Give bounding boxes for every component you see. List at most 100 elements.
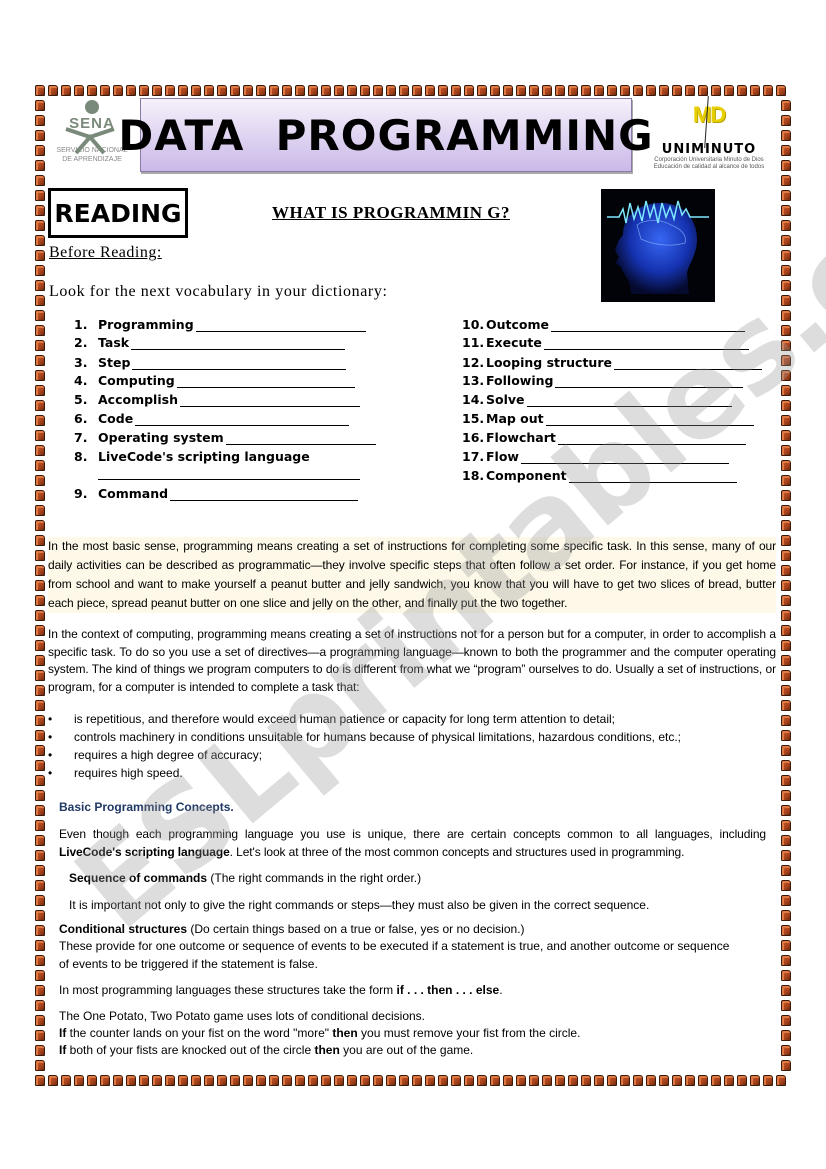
vocabulary-word: Component [486,468,567,483]
vocabulary-item: 1. Programming [74,317,366,332]
answer-blank-line[interactable] [170,488,359,501]
border-brick-icon [781,1060,791,1071]
border-brick-icon [35,850,45,861]
bullet-icon: • [48,730,53,744]
vocabulary-number: 15. [462,411,485,426]
border-brick-icon [781,295,791,306]
border-brick-icon [451,1075,461,1086]
answer-blank-line[interactable] [131,337,346,350]
border-brick-icon [347,1075,357,1086]
border-brick-icon [781,430,791,441]
border-brick-icon [35,820,45,831]
answer-blank-line[interactable] [568,470,737,483]
border-brick-icon [516,85,526,96]
answer-blank-line[interactable] [176,375,355,388]
bullet-item: • requires high speed. [48,766,183,780]
answer-blank-line[interactable] [179,394,360,407]
border-brick-icon [35,880,45,891]
border-brick-icon [659,1075,669,1086]
answer-blank-line[interactable] [526,394,732,407]
border-brick-icon [35,445,45,456]
border-brick-icon [61,85,71,96]
border-brick-icon [35,1060,45,1071]
border-brick-icon [781,820,791,831]
vocabulary-item: 15. Map out [462,411,754,426]
border-brick-icon [35,520,45,531]
answer-blank-line[interactable] [551,319,746,332]
border-brick-icon [781,190,791,201]
answer-blank-line[interactable] [520,451,729,464]
border-brick-icon [35,640,45,651]
border-brick-icon [35,595,45,606]
border-brick-icon [35,355,45,366]
border-brick-icon [763,85,773,96]
border-brick-icon [35,715,45,726]
vocabulary-word: Flowchart [486,430,556,445]
vocabulary-number: 3. [74,355,88,370]
border-brick-icon [659,85,669,96]
border-brick-icon [386,1075,396,1086]
border-brick-icon [685,1075,695,1086]
border-brick-icon [781,940,791,951]
border-brick-icon [781,880,791,891]
sequence-text: It is important not only to give the rig… [69,898,650,912]
brain-head-icon [607,200,709,294]
border-brick-icon [269,85,279,96]
vocabulary-number: 17. [462,449,485,464]
border-brick-icon [35,190,45,201]
sequence-heading: Sequence of commands (The right commands… [69,871,422,885]
vocabulary-word: Operating system [98,430,224,445]
answer-blank-line[interactable] [557,432,746,445]
answer-blank-line[interactable] [132,357,347,370]
border-brick-icon [269,1075,279,1086]
border-brick-icon [646,1075,656,1086]
border-brick-icon [139,85,149,96]
border-brick-icon [35,400,45,411]
before-reading-heading: Before Reading: [49,244,162,261]
section-label: READING [54,198,182,228]
vocabulary-number: 16. [462,430,485,445]
border-brick-icon [178,1075,188,1086]
border-brick-icon [438,85,448,96]
answer-blank-line[interactable] [613,357,762,370]
border-brick-icon [776,85,786,96]
border-brick-icon [35,805,45,816]
answer-blank-line[interactable] [135,413,350,426]
border-brick-icon [781,550,791,561]
border-brick-icon [781,1045,791,1056]
vocabulary-item: 9. Command [74,486,359,501]
border-brick-icon [35,145,45,156]
border-brick-icon [781,175,791,186]
border-brick-icon [35,430,45,441]
border-brick-icon [113,1075,123,1086]
border-brick-icon [568,1075,578,1086]
answer-blank-line[interactable] [225,432,376,445]
answer-blank-line[interactable] [543,337,749,350]
border-brick-icon [35,835,45,846]
vocabulary-word: Step [98,355,131,370]
border-brick-icon [35,175,45,186]
border-brick-icon [529,85,539,96]
border-brick-icon [516,1075,526,1086]
border-brick-icon [781,670,791,681]
border-brick-icon [776,1075,786,1086]
border-brick-icon [165,85,175,96]
answer-blank-line[interactable] [555,375,744,388]
border-brick-icon [48,1075,58,1086]
border-brick-icon [781,655,791,666]
uniminuto-logo: MD UNIMINUTO Corporación Universitaria M… [644,96,774,176]
vocabulary-item: 11. Execute [462,335,749,350]
border-brick-icon [781,850,791,861]
answer-blank-line[interactable] [98,467,360,480]
border-brick-icon [781,220,791,231]
bullet-item: • controls machinery in conditions unsuit… [48,730,681,744]
vocabulary-item: 10. Outcome [462,317,746,332]
border-brick-icon [191,1075,201,1086]
border-brick-icon [113,85,123,96]
border-brick-icon [282,85,292,96]
vocabulary-word: Map out [486,411,544,426]
border-brick-icon [781,895,791,906]
border-brick-icon [35,370,45,381]
answer-blank-line[interactable] [545,413,754,426]
answer-blank-line[interactable] [195,319,366,332]
